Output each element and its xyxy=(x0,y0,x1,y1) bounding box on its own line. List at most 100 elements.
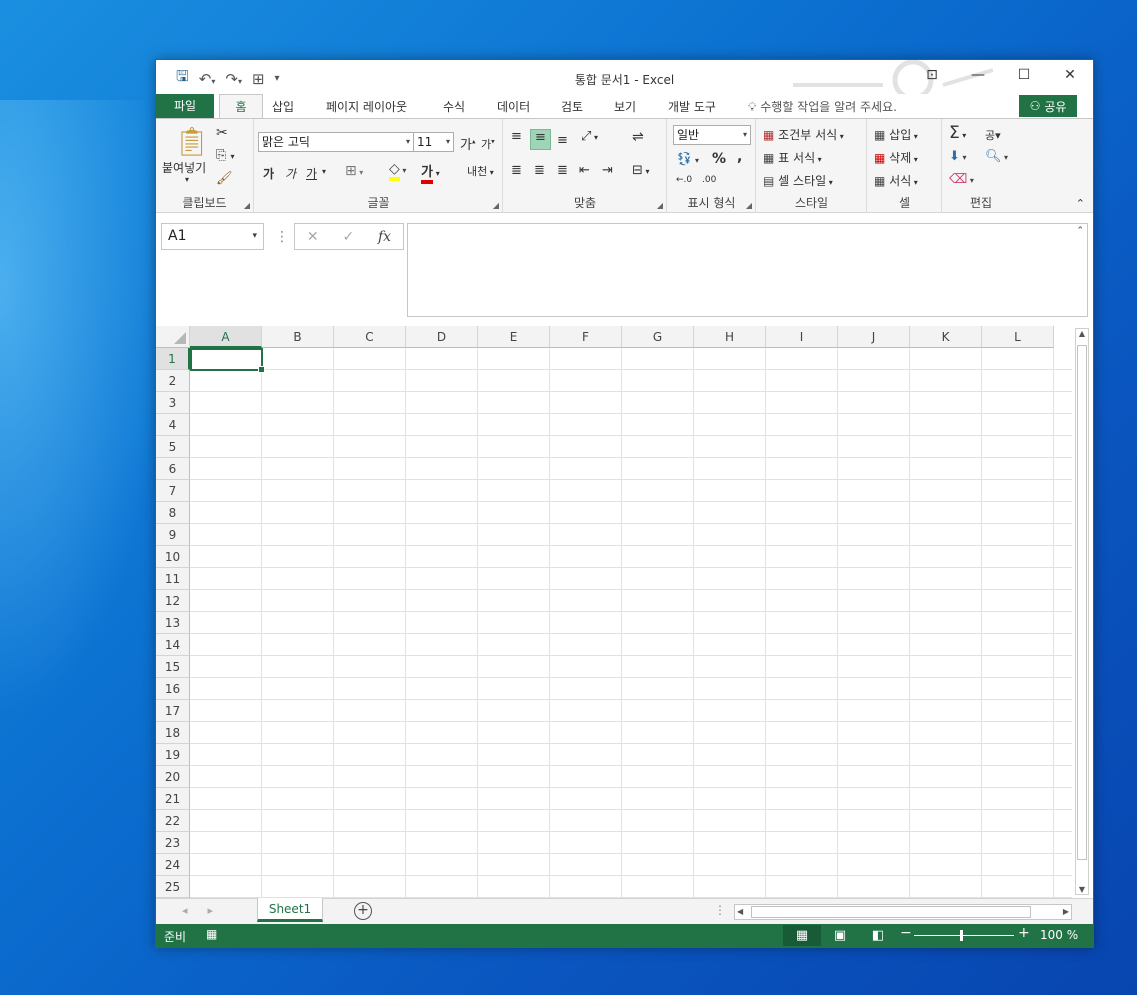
row-header[interactable]: 21 xyxy=(156,788,190,810)
column-header[interactable]: K xyxy=(910,326,982,348)
zoom-knob[interactable] xyxy=(960,930,963,941)
scroll-right-icon[interactable]: ▶ xyxy=(1063,905,1069,919)
formula-splitter-icon[interactable]: ⋮ xyxy=(275,229,289,245)
format-as-table-button[interactable]: ▦ 표 서식 ▾ xyxy=(763,149,822,166)
enter-icon[interactable]: ✓ xyxy=(342,229,354,245)
tab-page-layout[interactable]: 페이지 레이아웃 xyxy=(326,98,407,115)
tab-splitter-icon[interactable]: ⋮ xyxy=(714,903,726,917)
formula-input[interactable]: ⌃ xyxy=(407,223,1088,317)
scroll-up-icon[interactable]: ▲ xyxy=(1076,329,1088,338)
collapse-ribbon-icon[interactable]: ⌃ xyxy=(1076,197,1085,210)
sort-filter-button[interactable]: 공▾ xyxy=(985,127,1001,143)
close-button[interactable]: ✕ xyxy=(1047,60,1093,90)
add-sheet-icon[interactable]: + xyxy=(354,902,372,920)
alignment-launcher-icon[interactable]: ◢ xyxy=(657,201,663,210)
column-header[interactable]: I xyxy=(766,326,838,348)
tab-data[interactable]: 데이터 xyxy=(497,98,530,115)
decrease-decimal-button[interactable]: .00 xyxy=(702,175,716,185)
grow-font-button[interactable]: 가▴ xyxy=(460,134,475,153)
row-header[interactable]: 8 xyxy=(156,502,190,524)
tell-me-box[interactable]: 💡︎ 수행할 작업을 알려 주세요. xyxy=(748,98,897,115)
insert-cells-button[interactable]: ▦ 삽입 ▾ xyxy=(874,126,918,143)
italic-button[interactable]: 가 xyxy=(285,165,296,182)
horizontal-scrollbar[interactable]: ◀ ▶ xyxy=(734,904,1072,920)
column-header[interactable]: G xyxy=(622,326,694,348)
comma-button[interactable]: , xyxy=(737,149,742,165)
align-middle-icon[interactable]: ≡ xyxy=(530,129,551,150)
column-header[interactable]: H xyxy=(694,326,766,348)
font-size-combo[interactable]: 11 ▾ xyxy=(413,132,454,152)
column-header[interactable]: B xyxy=(262,326,334,348)
row-header[interactable]: 15 xyxy=(156,656,190,678)
merge-center-icon[interactable]: ⊟ ▾ xyxy=(632,163,649,178)
find-icon[interactable]: 🔍︎ ▾ xyxy=(985,149,1008,164)
clear-icon[interactable]: ⌫ ▾ xyxy=(949,172,974,187)
page-layout-view-icon[interactable]: ▣ xyxy=(821,925,859,946)
phonetic-button[interactable]: 내천 ▾ xyxy=(467,163,494,179)
tab-home[interactable]: 홈 xyxy=(219,94,263,120)
row-header[interactable]: 16 xyxy=(156,678,190,700)
fill-icon[interactable]: ⬇︎ ▾ xyxy=(949,149,966,164)
align-center-icon[interactable]: ≣ xyxy=(534,163,545,178)
copy-icon[interactable]: ⎘ ▾ xyxy=(216,148,235,163)
tab-developer[interactable]: 개발 도구 xyxy=(668,98,716,115)
sheet-tab-sheet1[interactable]: Sheet1 xyxy=(257,898,323,922)
autosum-button[interactable]: Σ ▾ xyxy=(949,123,966,143)
row-header[interactable]: 4 xyxy=(156,414,190,436)
zoom-in-icon[interactable]: + xyxy=(1018,925,1030,941)
underline-dropdown-icon[interactable]: ▾ xyxy=(322,167,326,176)
vertical-scroll-thumb[interactable] xyxy=(1077,345,1087,860)
align-right-icon[interactable]: ≣ xyxy=(557,163,568,178)
paste-dropdown-icon[interactable]: ▾ xyxy=(185,175,189,184)
column-header[interactable]: J xyxy=(838,326,910,348)
paste-icon[interactable]: 📋︎ xyxy=(174,125,210,158)
column-header[interactable]: D xyxy=(406,326,478,348)
row-header[interactable]: 2 xyxy=(156,370,190,392)
row-header[interactable]: 23 xyxy=(156,832,190,854)
prev-sheet-icon[interactable]: ◂ xyxy=(182,904,188,917)
row-header[interactable]: 9 xyxy=(156,524,190,546)
column-header[interactable]: E xyxy=(478,326,550,348)
zoom-level[interactable]: 100 % xyxy=(1040,928,1078,942)
tab-review[interactable]: 검토 xyxy=(561,98,583,115)
fill-color-icon[interactable]: ◇ ▾ xyxy=(389,161,406,181)
accounting-format-icon[interactable]: 💱︎ ▾ xyxy=(676,152,699,167)
next-sheet-icon[interactable]: ▸ xyxy=(208,904,214,917)
horizontal-scroll-thumb[interactable] xyxy=(751,906,1031,918)
cell-area[interactable] xyxy=(190,348,1072,898)
row-header[interactable]: 12 xyxy=(156,590,190,612)
column-header[interactable]: A xyxy=(190,326,262,348)
align-left-icon[interactable]: ≣ xyxy=(511,163,522,178)
conditional-format-button[interactable]: ▦ 조건부 서식 ▾ xyxy=(763,126,844,143)
font-launcher-icon[interactable]: ◢ xyxy=(493,201,499,210)
ribbon-display-icon[interactable]: ⊡ xyxy=(909,60,955,90)
font-color-button[interactable]: 가 ▾ xyxy=(421,161,440,184)
wrap-text-icon[interactable]: ⇌ xyxy=(632,129,644,145)
paste-button[interactable]: 붙여넣기 xyxy=(162,159,206,176)
format-painter-icon[interactable]: 🖌︎ xyxy=(216,171,233,186)
decrease-indent-icon[interactable]: ⇤ xyxy=(579,163,590,178)
number-format-combo[interactable]: 일반 ▾ xyxy=(673,125,751,145)
row-header[interactable]: 19 xyxy=(156,744,190,766)
zoom-out-icon[interactable]: − xyxy=(900,925,912,941)
underline-button[interactable]: 가 xyxy=(306,165,317,182)
row-header[interactable]: 11 xyxy=(156,568,190,590)
insert-function-icon[interactable]: fx xyxy=(378,229,391,245)
row-header[interactable]: 7 xyxy=(156,480,190,502)
row-header[interactable]: 22 xyxy=(156,810,190,832)
increase-decimal-button[interactable]: ←.0 xyxy=(676,175,692,185)
name-box[interactable]: A1 ▾ xyxy=(161,223,264,250)
clipboard-launcher-icon[interactable]: ◢ xyxy=(244,201,250,210)
column-header[interactable]: C xyxy=(334,326,406,348)
normal-view-icon[interactable]: ▦ xyxy=(783,925,821,946)
tab-formulas[interactable]: 수식 xyxy=(443,98,465,115)
number-launcher-icon[interactable]: ◢ xyxy=(746,201,752,210)
zoom-slider[interactable]: − + xyxy=(898,925,1030,943)
format-cells-button[interactable]: ▦ 서식 ▾ xyxy=(874,172,918,189)
tab-view[interactable]: 보기 xyxy=(614,98,636,115)
row-header[interactable]: 5 xyxy=(156,436,190,458)
scroll-down-icon[interactable]: ▼ xyxy=(1076,885,1088,894)
collapse-formula-icon[interactable]: ⌃ xyxy=(1076,226,1084,236)
maximize-button[interactable]: ☐ xyxy=(1001,60,1047,90)
row-header[interactable]: 3 xyxy=(156,392,190,414)
